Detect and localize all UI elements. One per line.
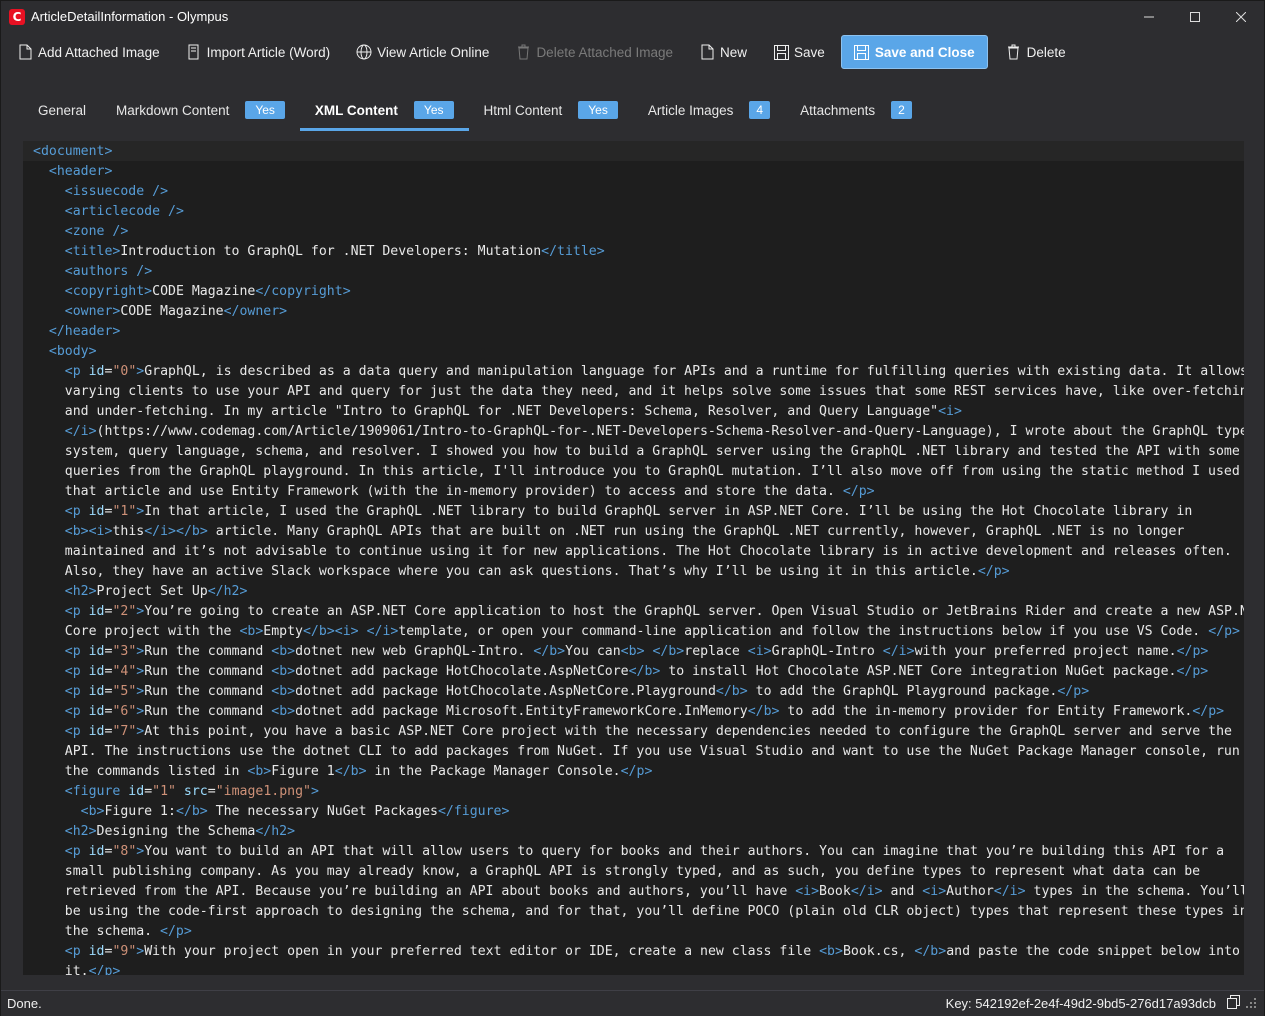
title-bar[interactable]: C ArticleDetailInformation - Olympus [1, 1, 1264, 32]
tab-strip: General Markdown Content Yes XML Content… [23, 89, 927, 131]
tab-xml-content[interactable]: XML Content Yes [299, 89, 469, 131]
close-button[interactable] [1218, 1, 1264, 32]
tab-attachments-label: Attachments [800, 102, 876, 118]
import-article-button[interactable]: Import Article (Word) [170, 36, 341, 68]
minimize-button[interactable] [1126, 1, 1172, 32]
status-text: Done. [7, 996, 42, 1011]
tab-general-label: General [38, 102, 87, 118]
tab-attachments[interactable]: Attachments 2 [785, 89, 927, 131]
status-bar: Done. Key: 542192ef-2e4f-49d2-9bd5-276d1… [1, 990, 1264, 1016]
maximize-button[interactable] [1172, 1, 1218, 32]
delete-trash-icon [1006, 44, 1022, 60]
maximize-icon [1190, 11, 1200, 22]
article-key: Key: 542192ef-2e4f-49d2-9bd5-276d17a93dc… [945, 996, 1216, 1011]
tab-html-badge: Yes [578, 101, 618, 119]
minimize-icon [1144, 16, 1154, 17]
tab-article-images-badge: 4 [749, 101, 771, 119]
save-and-close-label: Save and Close [874, 44, 975, 60]
resize-grip-icon[interactable] [1246, 996, 1256, 1011]
app-window: C ArticleDetailInformation - Olympus Add… [0, 0, 1265, 1016]
xml-editor[interactable]: <document> <header> <issuecode /> <artic… [23, 141, 1244, 975]
save-and-close-button[interactable]: Save and Close [840, 35, 988, 69]
app-logo: C [9, 8, 25, 25]
trash-icon [515, 44, 531, 60]
tab-xml-badge: Yes [413, 101, 454, 119]
copy-icon[interactable] [1227, 995, 1240, 1012]
delete-button[interactable]: Delete [990, 36, 1076, 68]
save-close-icon [854, 44, 870, 60]
tab-article-images[interactable]: Article Images 4 [633, 89, 785, 131]
new-document-icon [699, 44, 715, 60]
add-attached-image-label: Add Attached Image [38, 44, 160, 60]
close-icon [1236, 11, 1246, 22]
window-title: ArticleDetailInformation - Olympus [31, 9, 229, 24]
delete-label: Delete [1026, 44, 1066, 60]
tab-xml-label: XML Content [314, 102, 398, 118]
view-article-online-button[interactable]: View Article Online [340, 36, 499, 68]
tab-markdown-label: Markdown Content [116, 102, 230, 118]
tab-html-content[interactable]: Html Content Yes [469, 89, 633, 131]
import-icon [186, 44, 202, 60]
save-label: Save [794, 44, 825, 60]
tab-general[interactable]: General [23, 89, 101, 131]
new-button[interactable]: New [683, 36, 757, 68]
delete-attached-image-button[interactable]: Delete Attached Image [499, 36, 683, 68]
delete-attached-image-label: Delete Attached Image [536, 44, 674, 60]
save-button[interactable]: Save [757, 36, 835, 68]
view-article-online-label: View Article Online [377, 44, 490, 60]
toolbar: Add Attached Image Import Article (Word)… [1, 32, 1264, 72]
tab-html-label: Html Content [483, 102, 563, 118]
globe-icon [356, 44, 372, 60]
save-icon [773, 44, 789, 60]
tab-attachments-badge: 2 [891, 101, 912, 119]
add-attached-image-button[interactable]: Add Attached Image [1, 36, 170, 68]
import-article-label: Import Article (Word) [206, 44, 331, 60]
new-label: New [720, 44, 748, 60]
xml-code[interactable]: <document> <header> <issuecode /> <artic… [23, 141, 1244, 975]
tab-markdown-content[interactable]: Markdown Content Yes [101, 89, 300, 131]
document-icon [17, 44, 33, 60]
tab-article-images-label: Article Images [647, 102, 734, 118]
tab-markdown-badge: Yes [245, 101, 285, 119]
